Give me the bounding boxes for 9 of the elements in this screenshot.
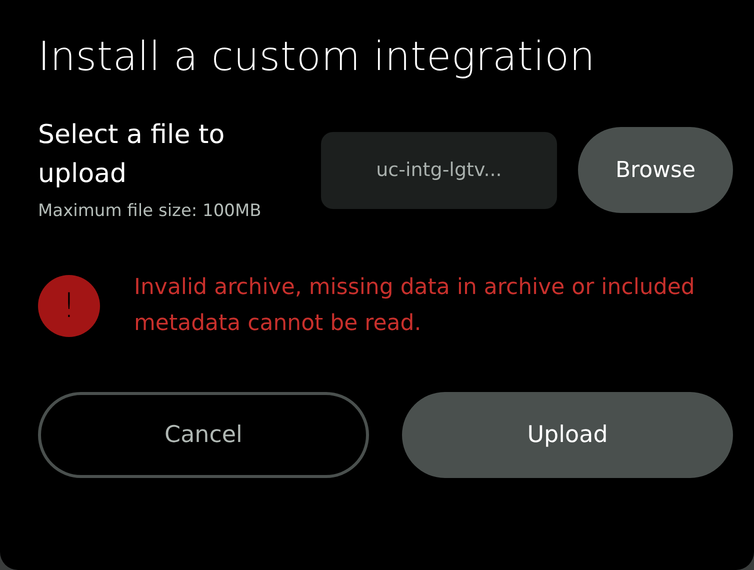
error-message: Invalid archive, missing data in archive or included metadata cannot be read. [134, 274, 696, 338]
file-size-hint: Maximum file size: 100MB [38, 200, 262, 223]
dialog-title: Install a custom integration [38, 33, 596, 82]
cancel-button[interactable]: Cancel [38, 392, 369, 478]
upload-button[interactable]: Upload [402, 392, 733, 478]
file-field[interactable]: uc-intg-lgtv... [321, 132, 557, 208]
browse-button[interactable]: Browse [578, 127, 733, 213]
file-label: Select a file to upload [38, 119, 226, 191]
error-icon: ! [38, 275, 100, 337]
